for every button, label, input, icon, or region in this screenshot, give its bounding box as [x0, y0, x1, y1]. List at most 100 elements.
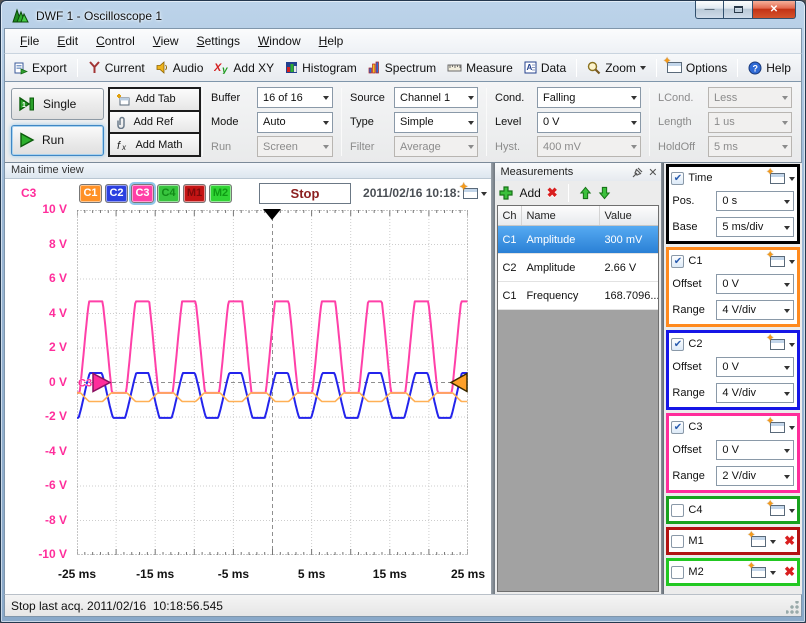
measure-button[interactable]: Measure [442, 58, 518, 78]
menu-control[interactable]: Control [87, 31, 144, 51]
add-math-button[interactable]: fx Add Math [108, 132, 201, 157]
checkbox-c1[interactable]: ✔ [671, 255, 684, 268]
minimize-button[interactable]: — [695, 1, 724, 19]
zoom-caret[interactable] [640, 66, 646, 73]
checkbox-m2[interactable] [671, 566, 684, 579]
col-name[interactable]: Name [522, 206, 600, 225]
plot-config-caret[interactable] [481, 192, 487, 199]
checkbox-m1[interactable] [671, 535, 684, 548]
menu-window[interactable]: Window [249, 31, 310, 51]
channel-button-c3[interactable]: C3 [131, 184, 154, 203]
add-xy-button[interactable]: Xy Add XY [209, 58, 279, 78]
delete-measurement-icon[interactable]: ✖ [547, 185, 558, 201]
config-icon-m2[interactable] [751, 567, 766, 578]
source-dropdown[interactable]: Channel 1 [394, 87, 478, 108]
time-base-dropdown[interactable]: 5 ms/div [716, 217, 794, 237]
config-icon-time[interactable] [770, 173, 785, 184]
mode-dropdown[interactable]: Auto [257, 112, 333, 133]
histogram-button[interactable]: Histogram [280, 58, 362, 78]
single-button[interactable]: 1 Single [11, 88, 104, 120]
zoom-button[interactable]: Zoom [582, 58, 651, 78]
channel-button-c1[interactable]: C1 [79, 184, 102, 203]
menu-settings[interactable]: Settings [188, 31, 249, 51]
spectrum-button[interactable]: Spectrum [363, 58, 441, 78]
channel-button-m1[interactable]: M1 [183, 184, 206, 203]
resize-grip[interactable] [786, 601, 799, 614]
menu-help[interactable]: Help [310, 31, 353, 51]
help-button[interactable]: ? Help [743, 58, 796, 78]
move-up-icon[interactable] [579, 186, 592, 200]
add-ref-button[interactable]: Add Ref [108, 110, 201, 135]
checkbox-c3[interactable]: ✔ [671, 421, 684, 434]
menu-file[interactable]: File [11, 31, 48, 51]
trigger-position-marker[interactable] [263, 209, 281, 229]
options-button[interactable]: Options [662, 58, 732, 78]
c1-range-dropdown[interactable]: 4 V/div [716, 300, 794, 320]
c3-offset-dropdown[interactable]: 0 V [716, 440, 794, 460]
y-tick-label: -6 V [7, 478, 67, 492]
checkbox-c2[interactable]: ✔ [671, 338, 684, 351]
config-caret-c3[interactable] [789, 426, 795, 433]
filter-dropdown: Average [394, 136, 478, 157]
add-tab-button[interactable]: Add Tab [108, 87, 201, 112]
c2-offset-dropdown[interactable]: 0 V [716, 357, 794, 377]
config-box-c2: ✔C2Offset0 VRange4 V/div [666, 330, 800, 410]
move-down-icon[interactable] [598, 186, 611, 200]
measurement-row[interactable]: C2Amplitude2.66 V [498, 254, 658, 282]
data-button[interactable]: A Data [519, 58, 571, 78]
config-icon-c1[interactable] [770, 256, 785, 267]
c2-range-dropdown[interactable]: 4 V/div [716, 383, 794, 403]
type-dropdown[interactable]: Simple [394, 112, 478, 133]
run-button[interactable]: Run [11, 125, 104, 157]
config-caret-c4[interactable] [789, 509, 795, 516]
config-icon-m1[interactable] [751, 536, 766, 547]
close-button[interactable]: ✕ [752, 1, 796, 19]
config-icon-c2[interactable] [770, 339, 785, 350]
config-icon-c3[interactable] [770, 422, 785, 433]
col-ch[interactable]: Ch [498, 206, 522, 225]
checkbox-time[interactable]: ✔ [671, 172, 684, 185]
measurement-row[interactable]: C1Frequency168.7096... [498, 282, 658, 310]
add-ref-label: Add Ref [133, 116, 173, 128]
cond-dropdown[interactable]: Falling [537, 87, 641, 108]
remove-m1-button[interactable]: ✖ [784, 533, 795, 549]
config-caret-m1[interactable] [770, 540, 776, 547]
config-caret-m2[interactable] [770, 571, 776, 578]
c3-offset-marker[interactable] [93, 374, 110, 392]
config-row: Pos.0 s [671, 188, 795, 214]
waveform-plot[interactable]: C3 [77, 210, 468, 555]
level-dropdown[interactable]: 0 V [537, 112, 641, 133]
current-button[interactable]: Current [83, 58, 150, 78]
remove-m2-button[interactable]: ✖ [784, 564, 795, 580]
stop-button[interactable]: Stop [259, 183, 351, 204]
panel-close-icon[interactable]: ✕ [648, 166, 657, 179]
menu-edit[interactable]: Edit [48, 31, 87, 51]
export-button[interactable]: Export [9, 58, 72, 78]
col-value[interactable]: Value [600, 206, 658, 225]
menu-view[interactable]: View [144, 31, 188, 51]
pin-icon[interactable] [632, 167, 643, 178]
config-caret-c1[interactable] [789, 260, 795, 267]
level-label: Level [495, 116, 531, 128]
plot-config-icon[interactable] [463, 188, 478, 199]
checkbox-c4[interactable] [671, 504, 684, 517]
measurements-table-header[interactable]: Ch Name Value [498, 206, 658, 226]
time-pos-dropdown[interactable]: 0 s [716, 191, 794, 211]
channel-button-c4[interactable]: C4 [157, 184, 180, 203]
c3-range-dropdown[interactable]: 2 V/div [716, 466, 794, 486]
y-tick-label: -10 V [7, 547, 67, 561]
c1-offset-dropdown[interactable]: 0 V [716, 274, 794, 294]
config-icon-c4[interactable] [770, 505, 785, 516]
config-caret-c2[interactable] [789, 343, 795, 350]
config-caret-time[interactable] [789, 177, 795, 184]
cond-value: Falling [543, 92, 575, 104]
buffer-dropdown[interactable]: 16 of 16 [257, 87, 333, 108]
maximize-button[interactable] [724, 1, 752, 19]
channel-button-c2[interactable]: C2 [105, 184, 128, 203]
add-measurement-label[interactable]: Add [519, 186, 540, 200]
add-measurement-icon[interactable] [499, 186, 513, 200]
measurement-row[interactable]: C1Amplitude300 mV [498, 226, 658, 254]
svg-text:y: y [221, 65, 228, 74]
channel-button-m2[interactable]: M2 [209, 184, 232, 203]
audio-button[interactable]: Audio [151, 58, 209, 78]
